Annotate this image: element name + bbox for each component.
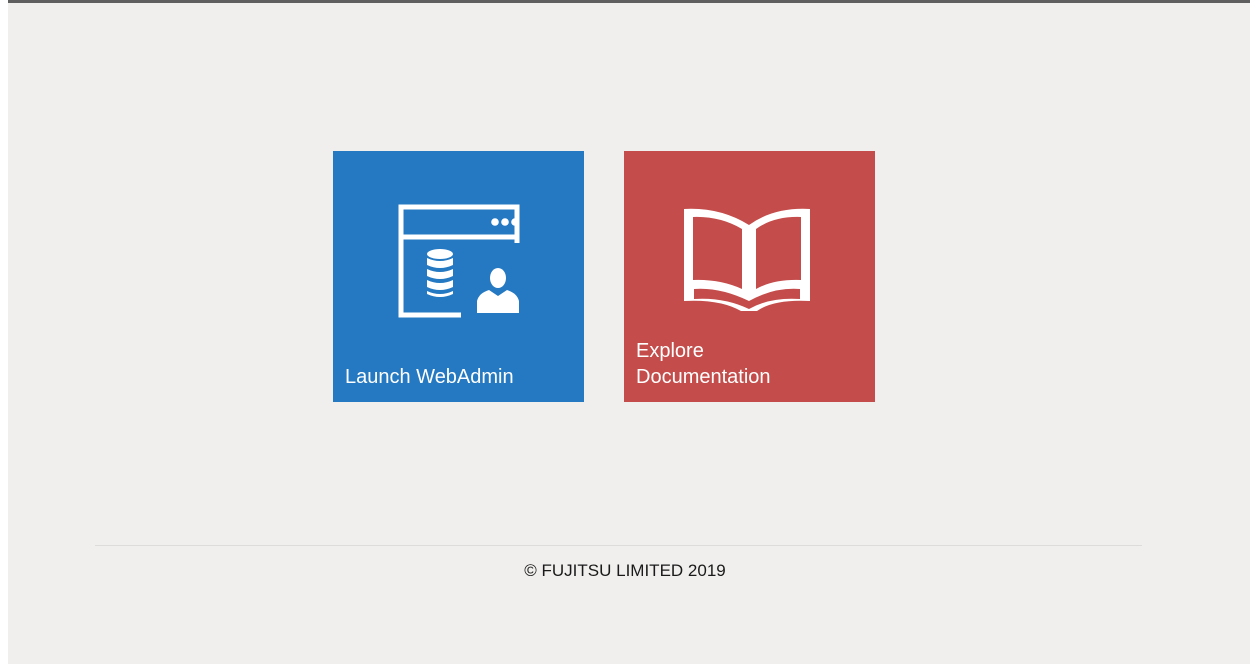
explore-documentation-label: Explore Documentation xyxy=(636,340,771,388)
footer-divider xyxy=(95,545,1142,546)
launch-webadmin-tile[interactable]: Launch WebAdmin xyxy=(333,151,584,402)
copyright-footer: © FUJITSU LIMITED 2019 xyxy=(524,561,726,580)
top-bar xyxy=(8,0,1250,15)
explore-documentation-tile[interactable]: Explore Documentation xyxy=(624,151,875,402)
launch-webadmin-label: Launch WebAdmin xyxy=(345,366,514,388)
